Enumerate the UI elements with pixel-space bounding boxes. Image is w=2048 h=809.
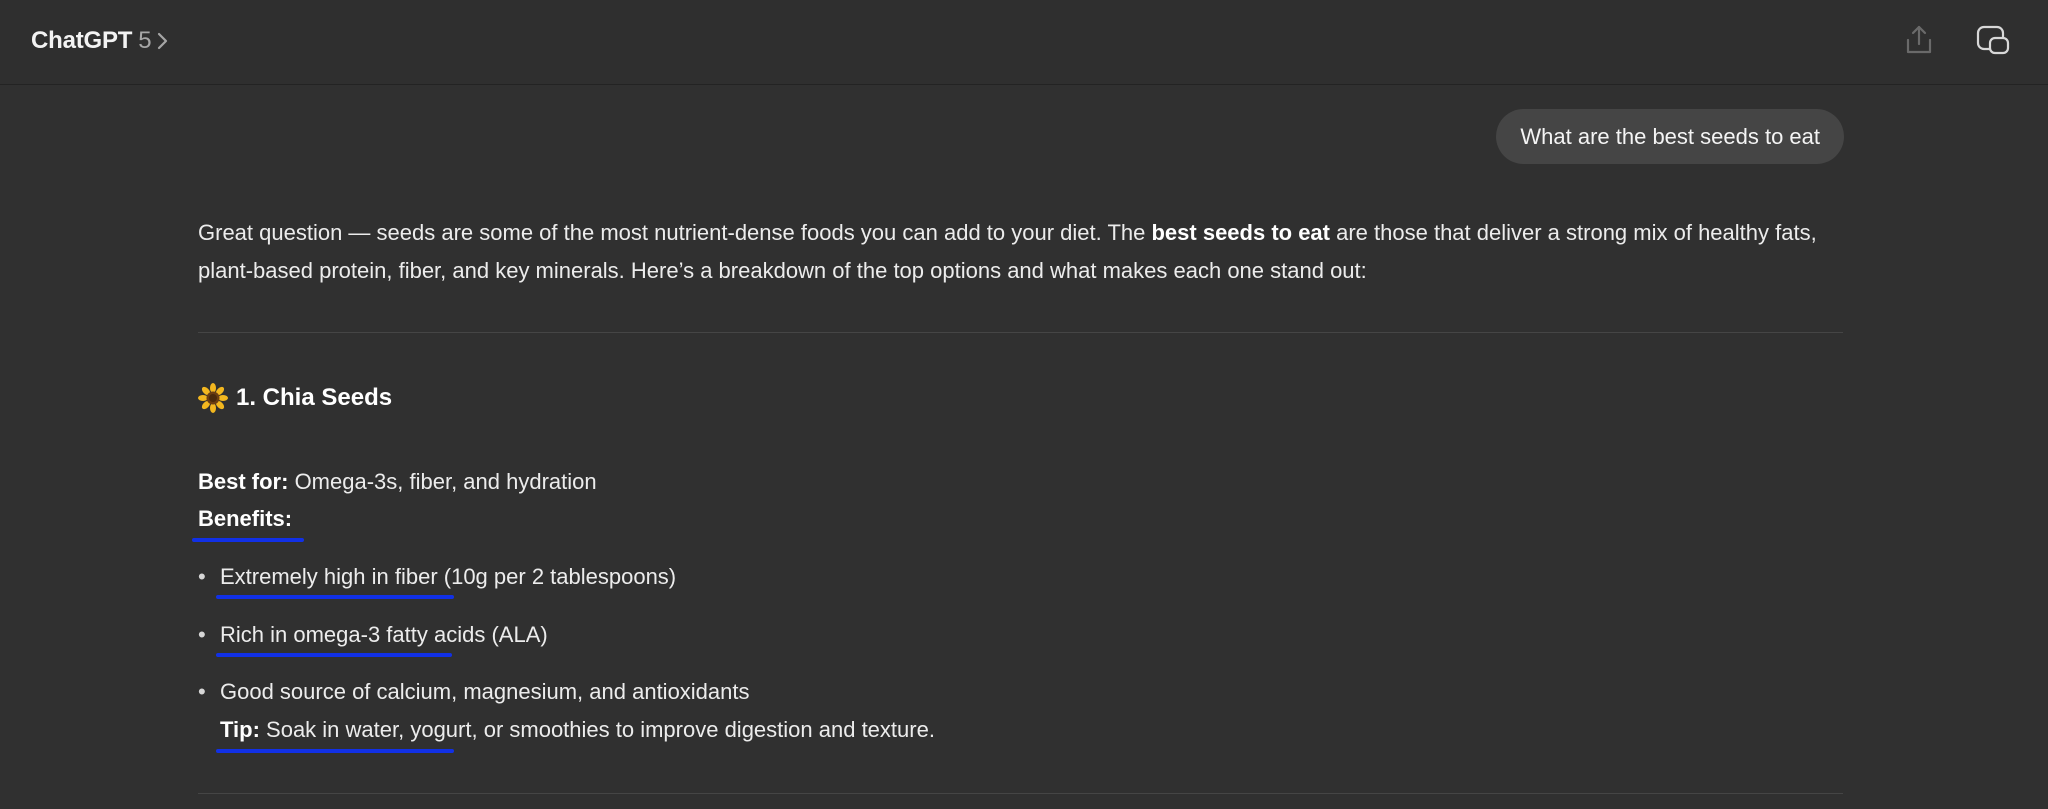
divider <box>198 793 1843 794</box>
best-for-label: Best for: <box>198 469 289 494</box>
intro-text-1: Great question — seeds are some of the m… <box>198 220 1152 245</box>
annotation-underline <box>192 538 304 542</box>
top-bar: ChatGPT 5 <box>0 0 2048 85</box>
tip-text: Soak in water, yogurt, or smoothies to i… <box>259 717 935 742</box>
section-title: 1. Chia Seeds <box>236 384 393 411</box>
divider <box>198 332 1843 333</box>
list-item-text: Rich in omega-3 fatty acids (ALA) <box>220 622 548 647</box>
annotation-underline <box>216 749 454 753</box>
list-item-text: Good source of calcium, magnesium, and a… <box>220 679 750 704</box>
list-item-text: Extremely high in fiber (10g per 2 table… <box>220 564 677 589</box>
sunflower-icon <box>198 383 228 413</box>
model-switcher[interactable]: ChatGPT 5 <box>31 24 170 58</box>
chat-area: What are the best seeds to eat Great que… <box>0 85 2048 809</box>
benefits-line: Benefits: <box>198 504 292 534</box>
bullet-dot: • <box>198 679 206 704</box>
app-name: ChatGPT <box>31 27 133 54</box>
model-version: 5 <box>138 27 152 54</box>
annotation-underline <box>216 595 454 599</box>
benefits-label: Benefits: <box>198 506 293 531</box>
user-message-bubble: What are the best seeds to eat <box>1496 109 1844 164</box>
chevron-right-icon <box>156 30 170 52</box>
tip-line: Tip: Soak in water, yogurt, or smoothies… <box>220 715 935 745</box>
best-for-value: Omega-3s, fiber, and hydration <box>288 469 597 494</box>
new-chat-icon[interactable] <box>1973 20 2013 60</box>
answer-intro: Great question — seeds are some of the m… <box>198 214 1843 290</box>
bullet-dot: • <box>198 622 206 647</box>
intro-bold-phrase: best seeds to eat <box>1151 220 1330 245</box>
bullet-dot: • <box>198 564 206 589</box>
best-for-line: Best for: Omega-3s, fiber, and hydration <box>198 467 597 497</box>
share-icon[interactable] <box>1899 20 1939 60</box>
section-heading: 1. Chia Seeds <box>198 383 392 413</box>
annotation-underline <box>216 653 452 657</box>
tip-label: Tip: <box>220 717 260 742</box>
